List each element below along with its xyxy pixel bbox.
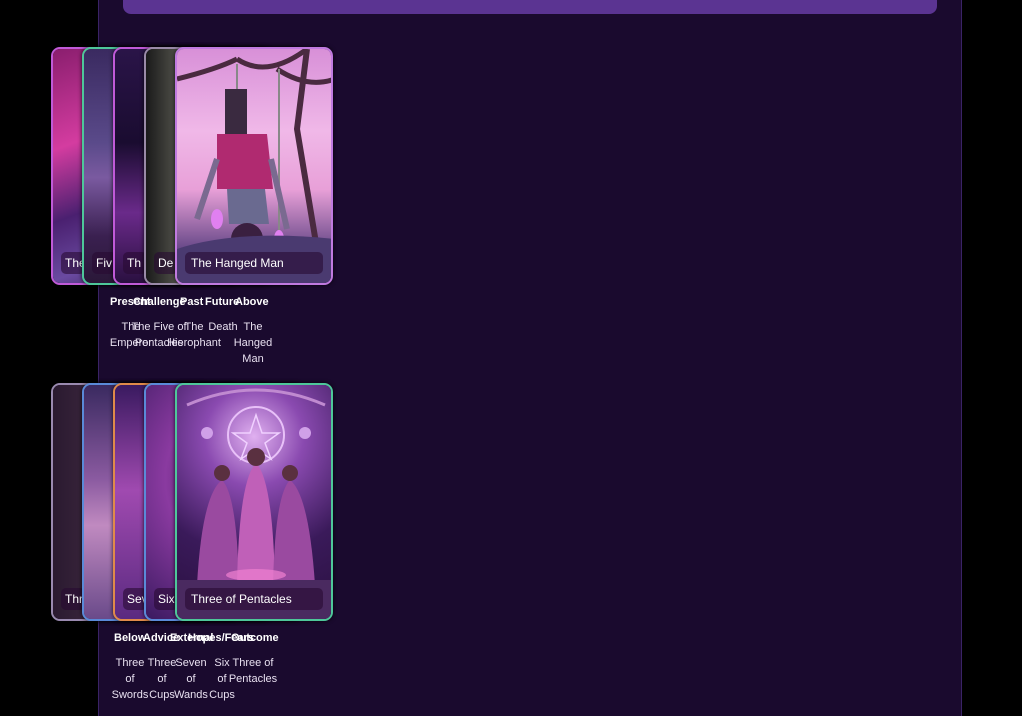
card-name: The Hanged Man xyxy=(233,321,273,365)
card-art-the-hanged-man xyxy=(177,49,331,283)
position-label: Below xyxy=(114,632,147,644)
position-label: Challenge xyxy=(133,296,186,308)
three-of-pentacles-illustration xyxy=(177,388,331,619)
card-caption: Three of Pentacles xyxy=(185,588,323,610)
top-bar xyxy=(123,0,937,14)
position-label: Above xyxy=(235,296,269,308)
tarot-card[interactable]: The Hanged Man xyxy=(175,47,333,285)
position-label: Outcome xyxy=(231,632,279,644)
hanged-man-illustration xyxy=(177,49,331,283)
card-art-three-of-pentacles xyxy=(177,385,331,619)
card-name: Three of Pentacles xyxy=(228,657,278,685)
position-label: Past xyxy=(180,296,204,308)
tarot-card[interactable]: Three of Pentacles xyxy=(175,383,333,621)
card-caption: The Hanged Man xyxy=(185,252,323,274)
